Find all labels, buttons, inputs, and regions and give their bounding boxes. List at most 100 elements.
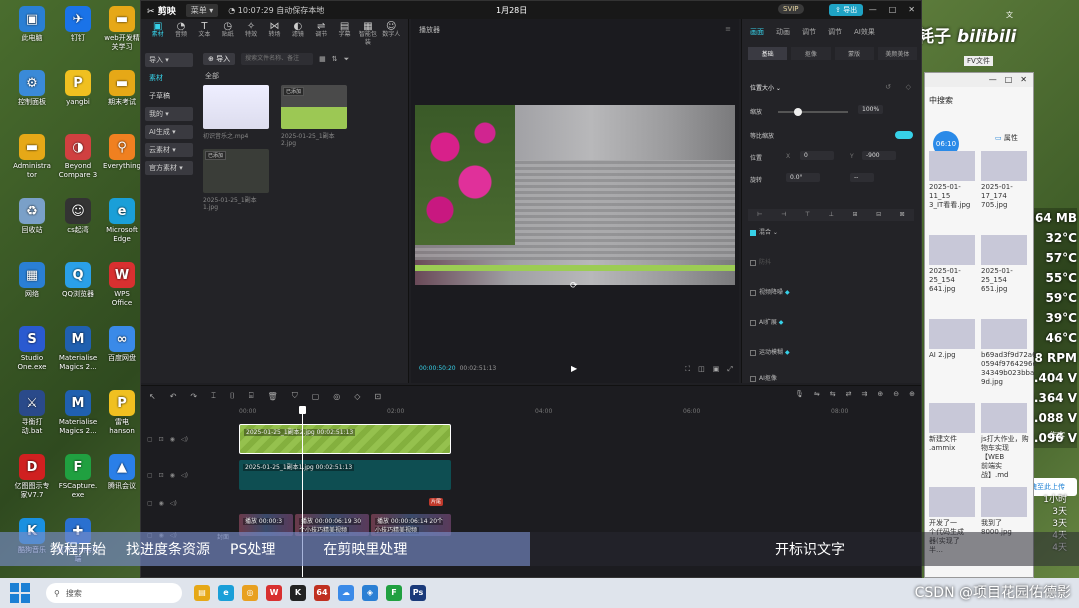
- timeline-tool-icon[interactable]: ⌷: [230, 391, 235, 401]
- position-size-header[interactable]: 位置大小 ⌄: [750, 83, 781, 92]
- desktop-icon[interactable]: ▬ 期末考试: [100, 70, 144, 107]
- taskbar-app-icon[interactable]: 64: [314, 585, 330, 601]
- all-filter-label[interactable]: 全部: [205, 71, 219, 81]
- maximize-icon[interactable]: □: [1005, 73, 1013, 87]
- desktop-item-label[interactable]: 文: [1006, 10, 1013, 20]
- ai-expand-checkbox[interactable]: AI扩展 ◆: [750, 317, 783, 326]
- lock-icon[interactable]: ▢: [147, 436, 153, 443]
- overlay-clip[interactable]: 2025-01-25_1副本1.jpg 00:02:51:13: [239, 460, 451, 490]
- denoise-checkbox[interactable]: 视频降噪 ◆: [750, 287, 790, 296]
- timeline-tool-icon[interactable]: 🗑: [268, 392, 278, 401]
- category-item[interactable]: 素材: [145, 71, 193, 85]
- taskbar-app-icon[interactable]: K: [290, 585, 306, 601]
- taskbar-app-icon[interactable]: ◎: [242, 585, 258, 601]
- file-thumbnail[interactable]: 新建文件 .ammix: [929, 403, 977, 453]
- timeline-tool-icon[interactable]: ↖: [149, 392, 156, 401]
- motion-blur-checkbox[interactable]: 运动模糊 ◆: [750, 347, 790, 356]
- align-icon[interactable]: ⊟: [876, 209, 881, 221]
- lock-icon[interactable]: ▢: [147, 472, 153, 479]
- desktop-icon[interactable]: ▣ 此电脑: [10, 6, 54, 43]
- timeline-tool-icon[interactable]: ↶: [170, 392, 177, 401]
- slider-knob[interactable]: [794, 108, 802, 116]
- tool-tab[interactable]: T 文本: [194, 22, 215, 41]
- ratio-icon[interactable]: ◫: [698, 365, 705, 374]
- timeline-tool-icon[interactable]: ↷: [190, 392, 197, 401]
- tool-tab[interactable]: ▣ 素材: [147, 22, 168, 41]
- position-x-input[interactable]: 0: [800, 151, 834, 160]
- taskbar-app-icon[interactable]: F: [386, 585, 402, 601]
- desktop-icon[interactable]: ⚙ 控制面板: [10, 70, 54, 107]
- desktop-icon[interactable]: M Materialise Magics 2...: [56, 326, 100, 372]
- align-icon[interactable]: ⊞: [852, 209, 857, 221]
- video-preview[interactable]: [415, 105, 735, 285]
- timeline-tool-icon[interactable]: ▢: [312, 392, 320, 401]
- timeline-tool-icon[interactable]: ⇋: [814, 390, 820, 398]
- fit-icon[interactable]: ▣: [713, 365, 720, 374]
- desktop-icon[interactable]: F FSCapture. exe: [56, 454, 100, 500]
- props-tab[interactable]: AI效果: [854, 27, 875, 37]
- category-item[interactable]: 官方素材 ▾: [145, 161, 193, 175]
- expand-icon[interactable]: ⤢: [727, 365, 733, 374]
- menu-button[interactable]: 菜单 ▾: [185, 3, 219, 17]
- rotate-extra[interactable]: --: [850, 173, 874, 182]
- props-sub-tab[interactable]: 抠像: [791, 47, 831, 60]
- taskbar-app-icon[interactable]: ◈: [362, 585, 378, 601]
- category-item[interactable]: AI生成 ▾: [145, 125, 193, 139]
- volume-icon[interactable]: ◁): [170, 500, 177, 507]
- rotate-input[interactable]: 0.0°: [786, 173, 820, 182]
- filter-icon[interactable]: ⏷: [344, 55, 350, 64]
- export-button[interactable]: ⇪ 导出: [829, 4, 864, 16]
- tool-tab[interactable]: ☺ 数字人: [381, 22, 402, 41]
- timeline-tool-icon[interactable]: ⊖: [893, 390, 899, 398]
- reset-icon[interactable]: ↺: [885, 83, 891, 91]
- category-item[interactable]: 我的 ▾: [145, 107, 193, 121]
- timeline-ruler[interactable]: 00:00 02:00 04:00 06:00 08:00: [239, 406, 921, 418]
- desktop-icon[interactable]: M Materialise Magics 2...: [56, 390, 100, 436]
- desktop-icon[interactable]: ♻ 回收站: [10, 198, 54, 235]
- stabilize-checkbox[interactable]: 防抖: [750, 257, 771, 266]
- eye-icon[interactable]: ◉: [159, 500, 164, 507]
- uniform-scale-toggle[interactable]: [895, 131, 913, 139]
- taskbar-search[interactable]: ⚲ 搜索: [46, 583, 182, 603]
- tool-tab[interactable]: ◷ 贴纸: [217, 22, 238, 41]
- timeline-tool-icon[interactable]: ⌶: [211, 391, 216, 401]
- menu-icon[interactable]: ≡: [725, 25, 731, 33]
- media-item[interactable]: 初识音乐之.mp4: [203, 85, 269, 140]
- minimize-button[interactable]: —: [869, 5, 877, 14]
- desktop-icon[interactable]: ✈ 钉钉: [56, 6, 100, 43]
- fullscreen-icon[interactable]: ⛶: [685, 365, 690, 374]
- media-item[interactable]: 已添加 2025-01-25_1副本1.jpg: [203, 149, 269, 211]
- tool-tab[interactable]: ▤ 字幕: [334, 22, 355, 41]
- taskbar-app-icon[interactable]: e: [218, 585, 234, 601]
- props-tab[interactable]: 调节: [828, 27, 842, 37]
- media-search-input[interactable]: 搜索文件名称、备注: [241, 53, 314, 65]
- desktop-icon[interactable]: ▬ Administra tor: [10, 134, 54, 180]
- timeline-tool-icon[interactable]: ⇄: [846, 390, 852, 398]
- props-sub-tab[interactable]: 基础: [748, 47, 788, 60]
- file-thumbnail[interactable]: 我到了8000.jpg: [981, 487, 1029, 537]
- svip-button[interactable]: SVIP: [778, 4, 804, 14]
- props-sub-tab[interactable]: 美颜美体: [877, 47, 917, 60]
- align-icon[interactable]: ⊢: [757, 209, 762, 221]
- desktop-icon[interactable]: Pyangbi: [56, 70, 100, 107]
- minimize-icon[interactable]: —: [989, 73, 997, 87]
- timeline-tool-icon[interactable]: ⇉: [862, 390, 868, 398]
- play-button[interactable]: ▶: [571, 364, 577, 373]
- desktop-icon[interactable]: ☺ cs起湾: [56, 198, 100, 235]
- align-icon[interactable]: ⊥: [829, 209, 834, 221]
- props-tab[interactable]: 动画: [776, 27, 790, 37]
- desktop-file[interactable]: FV文件: [964, 56, 993, 66]
- align-icon[interactable]: ⊤: [805, 209, 810, 221]
- file-thumbnail[interactable]: 2025-01-25_154 641.jpg: [929, 235, 977, 294]
- file-thumbnail[interactable]: AI 2.jpg: [929, 319, 977, 360]
- category-item[interactable]: 云素材 ▾: [145, 143, 193, 157]
- desktop-icon[interactable]: S Studio One.exe: [10, 326, 54, 372]
- desktop-icon[interactable]: P 雷电 hanson: [100, 390, 144, 436]
- props-tab[interactable]: 调节: [802, 27, 816, 37]
- desktop-icon[interactable]: ▲ 腾讯会议: [100, 454, 144, 491]
- tool-tab[interactable]: ⋈ 转场: [264, 22, 285, 41]
- close-icon[interactable]: ✕: [1020, 73, 1027, 87]
- position-y-input[interactable]: -900: [862, 151, 896, 160]
- desktop-icon[interactable]: ▦ 网络: [10, 262, 54, 299]
- end-marker[interactable]: 片尾: [429, 498, 443, 506]
